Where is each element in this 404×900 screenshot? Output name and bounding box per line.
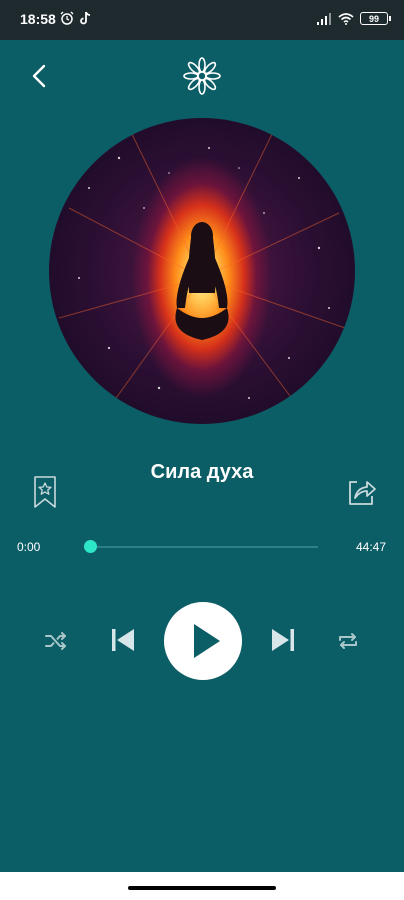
alarm-icon [60,11,74,25]
play-button[interactable] [164,602,242,680]
meditation-silhouette-image [58,127,346,409]
tiktok-icon [80,11,91,25]
status-notification-icons [60,11,92,25]
status-system-icons: 99 [316,12,391,25]
signal-icon [317,12,331,25]
status-bar: 18:58 99 [0,0,404,40]
wifi-icon [338,12,354,25]
album-artwork [49,118,355,424]
shuffle-icon [45,632,66,650]
track-title: Сила духа [150,461,254,483]
progress-bar[interactable] [90,546,318,548]
skip-previous-icon [112,629,134,651]
back-button[interactable] [26,62,54,90]
share-icon [349,481,376,505]
shuffle-button[interactable] [43,628,69,654]
skip-next-icon [272,629,294,651]
status-time: 18:58 [20,11,56,27]
total-time: 44:47 [355,540,386,554]
app-logo [182,56,222,96]
share-button[interactable] [345,476,377,508]
progress-thumb[interactable] [83,540,97,553]
repeat-button[interactable] [335,628,361,654]
current-time: 0:00 [17,540,41,554]
repeat-icon [339,633,357,649]
home-indicator[interactable] [128,886,276,890]
mandala-logo-icon [183,57,221,95]
chevron-left-icon [32,64,46,88]
next-button[interactable] [268,625,298,655]
previous-button[interactable] [108,625,138,655]
play-icon [194,624,220,658]
battery-indicator: 99 [360,12,391,25]
